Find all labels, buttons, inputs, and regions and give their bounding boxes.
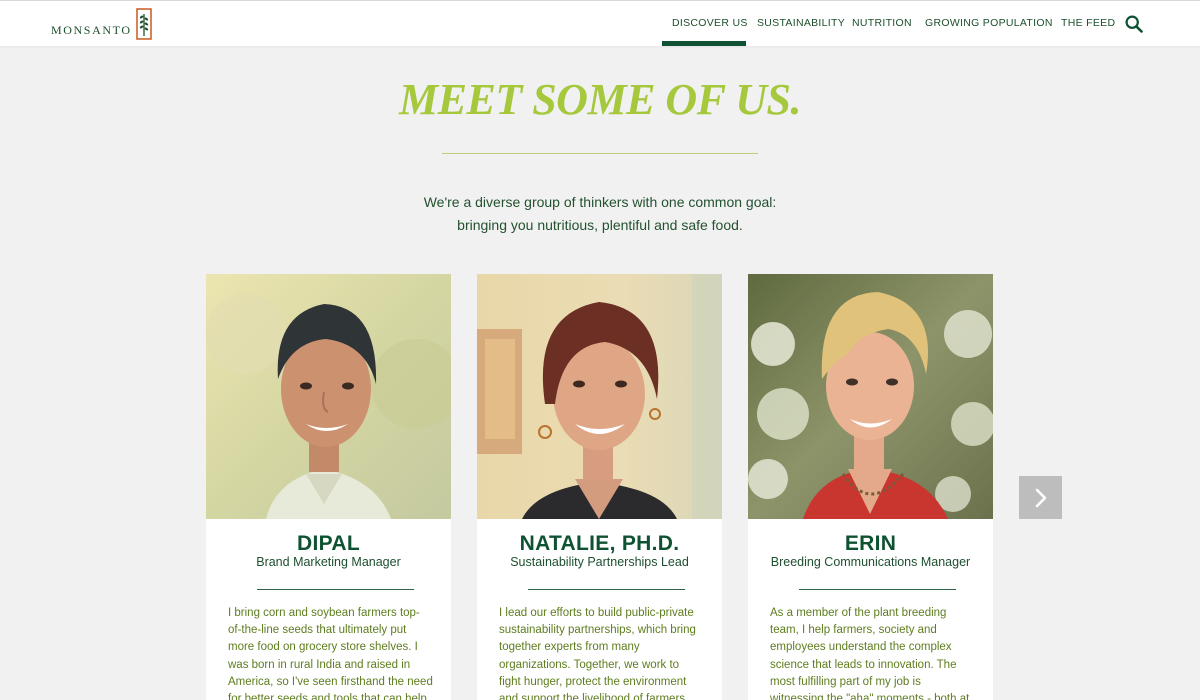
bio-line: team, I help farmers, society and	[770, 624, 937, 637]
page-title: MEET SOME OF US.	[399, 75, 802, 124]
search-icon[interactable]	[1125, 15, 1143, 33]
site-header: MONSANTO DISCOVER US SUSTAINABILITY NUTR…	[0, 0, 1200, 46]
bio-line: for better seeds and tools that can help	[228, 693, 427, 700]
nav-sustainability[interactable]: SUSTAINABILITY	[757, 17, 845, 29]
nav-growing-population[interactable]: GROWING POPULATION	[925, 17, 1053, 29]
nav-the-feed[interactable]: THE FEED	[1061, 17, 1115, 29]
bio-line: and support the livelihood of farmers	[499, 693, 686, 700]
bio-line: America, so I've seen firsthand the need	[228, 675, 433, 688]
person-role: Sustainability Partnerships Lead	[510, 555, 689, 569]
card-divider	[257, 589, 414, 590]
intro-line-2: bringing you nutritious, plentiful and s…	[457, 217, 743, 233]
bio-line: was born in rural India and raised in	[228, 658, 411, 671]
bio-line: employees understand the complex	[770, 641, 952, 654]
nav-discover-us[interactable]: DISCOVER US	[672, 17, 748, 29]
intro-text: We're a diverse group of thinkers with o…	[0, 191, 1200, 237]
card-divider	[799, 589, 956, 590]
bio-line: As a member of the plant breeding	[770, 607, 947, 619]
bio-line: I lead our efforts to build public-priva…	[499, 607, 694, 619]
bio-line: organizations. Together, we work to	[499, 658, 680, 671]
bio-line: together experts from many	[499, 641, 640, 654]
person-card-erin[interactable]: ERIN Breeding Communications Manager As …	[748, 274, 993, 700]
bio-line: witnessing the "aha" moments - both at	[770, 693, 970, 700]
bio-line: more food on grocery store shelves. I	[228, 641, 418, 654]
monsanto-logo[interactable]: MONSANTO	[51, 8, 152, 40]
person-name: DIPAL	[297, 532, 360, 555]
person-card-dipal[interactable]: DIPAL Brand Marketing Manager I bring co…	[206, 274, 451, 700]
card-divider	[528, 589, 685, 590]
person-bio: I lead our efforts to build public-priva…	[499, 605, 704, 700]
portrait-photo-natalie	[477, 274, 722, 519]
bio-line: sustainability partnerships, which bring	[499, 624, 696, 637]
bio-line: most fulfilling part of my job is	[770, 675, 921, 688]
person-bio: As a member of the plant breeding team, …	[770, 605, 975, 700]
person-bio: I bring corn and soybean farmers top- of…	[228, 605, 433, 700]
person-role: Breeding Communications Manager	[770, 555, 971, 569]
nav-nutrition[interactable]: NUTRITION	[852, 17, 912, 29]
person-card-natalie[interactable]: NATALIE, PH.D. Sustainability Partnershi…	[477, 274, 722, 700]
portrait-photo-dipal	[206, 274, 451, 519]
carousel-next-button[interactable]	[1019, 476, 1062, 519]
wheat-logo-icon	[135, 8, 152, 40]
person-name: NATALIE, PH.D.	[519, 532, 680, 555]
nav-active-indicator	[662, 41, 746, 46]
bio-line: I bring corn and soybean farmers top-	[228, 607, 420, 619]
title-divider	[442, 153, 758, 154]
brand-name: MONSANTO	[51, 22, 132, 37]
intro-line-1: We're a diverse group of thinkers with o…	[423, 194, 777, 210]
bio-line: of-the-line seeds that ultimately put	[228, 624, 407, 637]
person-name: ERIN	[844, 532, 897, 555]
bio-line: fight hunger, protect the environment	[499, 675, 687, 688]
chevron-right-icon	[1035, 488, 1046, 507]
portrait-photo-erin	[748, 274, 993, 519]
bio-line: science that leads to innovation. The	[770, 658, 957, 671]
person-role: Brand Marketing Manager	[256, 555, 401, 569]
